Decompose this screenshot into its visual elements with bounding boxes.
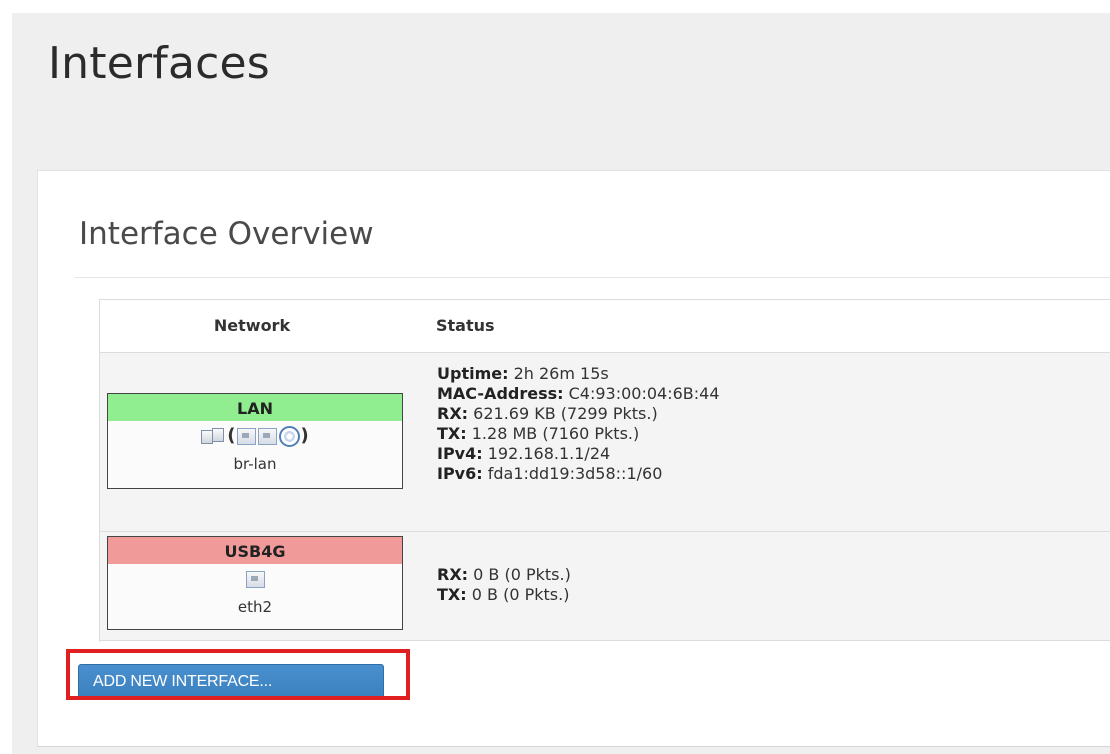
network-name-usb4g: USB4G — [108, 537, 402, 564]
status-value: 192.168.1.1/24 — [487, 444, 611, 463]
status-label: Uptime: — [437, 364, 509, 383]
table-row-usb4g: USB4G eth2 RX: 0 B (0 Pkts.) TX: 0 B (0 … — [100, 532, 1110, 641]
open-paren: ( — [227, 425, 236, 446]
status-label: IPv6: — [437, 464, 483, 483]
status-value: fda1:dd19:3d58::1/60 — [487, 464, 663, 483]
table-row-lan: LAN () br-lan Uptime: 2h 26m 15s MAC-Add… — [100, 353, 1110, 532]
status-label: TX: — [437, 585, 467, 604]
status-label: TX: — [437, 424, 467, 443]
bridge-icon — [201, 428, 225, 444]
status-line-ipv6: IPv6: fda1:dd19:3d58::1/60 — [437, 464, 720, 484]
status-line-rx: RX: 621.69 KB (7299 Pkts.) — [437, 404, 720, 424]
close-paren: ) — [300, 425, 309, 446]
section-divider — [75, 277, 1110, 278]
interface-table: Network Status LAN () br-lan Uptime: 2h … — [99, 299, 1110, 642]
device-icons-usb4g — [108, 568, 402, 590]
ethernet-icon — [257, 427, 277, 445]
device-name-usb4g: eth2 — [237, 598, 273, 616]
status-line-tx: TX: 0 B (0 Pkts.) — [437, 585, 571, 605]
status-usb4g: RX: 0 B (0 Pkts.) TX: 0 B (0 Pkts.) — [437, 565, 571, 605]
status-label: IPv4: — [437, 444, 483, 463]
status-label: RX: — [437, 565, 469, 584]
device-icons-lan: () — [108, 425, 402, 447]
column-header-network: Network — [213, 316, 291, 335]
section-title: Interface Overview — [79, 216, 374, 252]
status-line-tx: TX: 1.28 MB (7160 Pkts.) — [437, 424, 720, 444]
status-line-uptime: Uptime: 2h 26m 15s — [437, 364, 720, 384]
network-badge-lan[interactable]: LAN () br-lan — [107, 393, 403, 489]
status-label: MAC-Address: — [437, 384, 564, 403]
status-value: 0 B (0 Pkts.) — [473, 565, 571, 584]
network-badge-usb4g[interactable]: USB4G eth2 — [107, 536, 403, 630]
column-header-status: Status — [436, 316, 495, 335]
interface-overview-panel: Interface Overview Network Status LAN ()… — [37, 170, 1110, 747]
ethernet-icon — [245, 570, 265, 588]
page-title: Interfaces — [48, 38, 270, 89]
table-header: Network Status — [100, 300, 1110, 353]
status-line-ipv4: IPv4: 192.168.1.1/24 — [437, 444, 720, 464]
network-name-lan: LAN — [108, 394, 402, 421]
luci-interfaces-page: Interfaces Interface Overview Network St… — [0, 0, 1110, 754]
status-lan: Uptime: 2h 26m 15s MAC-Address: C4:93:00… — [437, 364, 720, 484]
status-line-mac: MAC-Address: C4:93:00:04:6B:44 — [437, 384, 720, 404]
wifi-icon — [278, 425, 300, 447]
status-value: C4:93:00:04:6B:44 — [568, 384, 720, 403]
status-value: 1.28 MB (7160 Pkts.) — [471, 424, 640, 443]
ethernet-icon — [236, 427, 256, 445]
device-name-lan: br-lan — [233, 455, 277, 473]
add-new-interface-button[interactable]: ADD NEW INTERFACE... — [78, 664, 384, 700]
status-value: 621.69 KB (7299 Pkts.) — [473, 404, 658, 423]
status-label: RX: — [437, 404, 469, 423]
status-value: 0 B (0 Pkts.) — [471, 585, 570, 604]
status-value: 2h 26m 15s — [513, 364, 609, 383]
status-line-rx: RX: 0 B (0 Pkts.) — [437, 565, 571, 585]
